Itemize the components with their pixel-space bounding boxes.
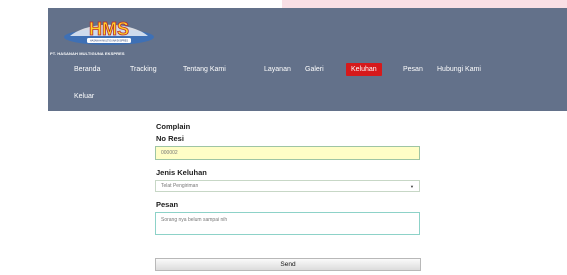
form-heading: Complain — [156, 122, 191, 131]
nav-hubungi-kami[interactable]: Hubungi Kami — [432, 63, 486, 76]
no-resi-value: 000002 — [161, 150, 178, 156]
nav-galeri[interactable]: Galeri — [300, 63, 329, 76]
nav-pesan[interactable]: Pesan — [398, 63, 428, 76]
jenis-keluhan-label: Jenis Keluhan — [156, 168, 207, 177]
no-resi-label: No Resi — [156, 134, 184, 143]
main-nav: Beranda Tracking Tentang Kami Layanan Ga… — [48, 8, 567, 111]
nav-tentang-kami[interactable]: Tentang Kami — [178, 63, 231, 76]
no-resi-input[interactable]: 000002 — [155, 146, 420, 160]
jenis-keluhan-value: Telat Pengiriman — [161, 183, 199, 189]
dropdown-arrow-icon: ▼ — [410, 183, 414, 189]
pesan-value: Sorang nya belum sampai nih — [161, 217, 228, 223]
pesan-label: Pesan — [156, 200, 179, 209]
pesan-textarea[interactable]: Sorang nya belum sampai nih — [155, 212, 420, 235]
nav-beranda[interactable]: Beranda — [69, 63, 105, 76]
nav-keluhan[interactable]: Keluhan — [346, 63, 382, 76]
send-button[interactable]: Send — [155, 258, 421, 271]
jenis-keluhan-select[interactable]: Telat Pengiriman ▼ — [155, 180, 420, 192]
nav-keluar[interactable]: Keluar — [69, 90, 99, 103]
nav-tracking[interactable]: Tracking — [125, 63, 162, 76]
site-header: HMS HASANAH MULTIGUNA EKSPRES PT. HASANA… — [48, 8, 567, 111]
nav-layanan[interactable]: Layanan — [259, 63, 296, 76]
